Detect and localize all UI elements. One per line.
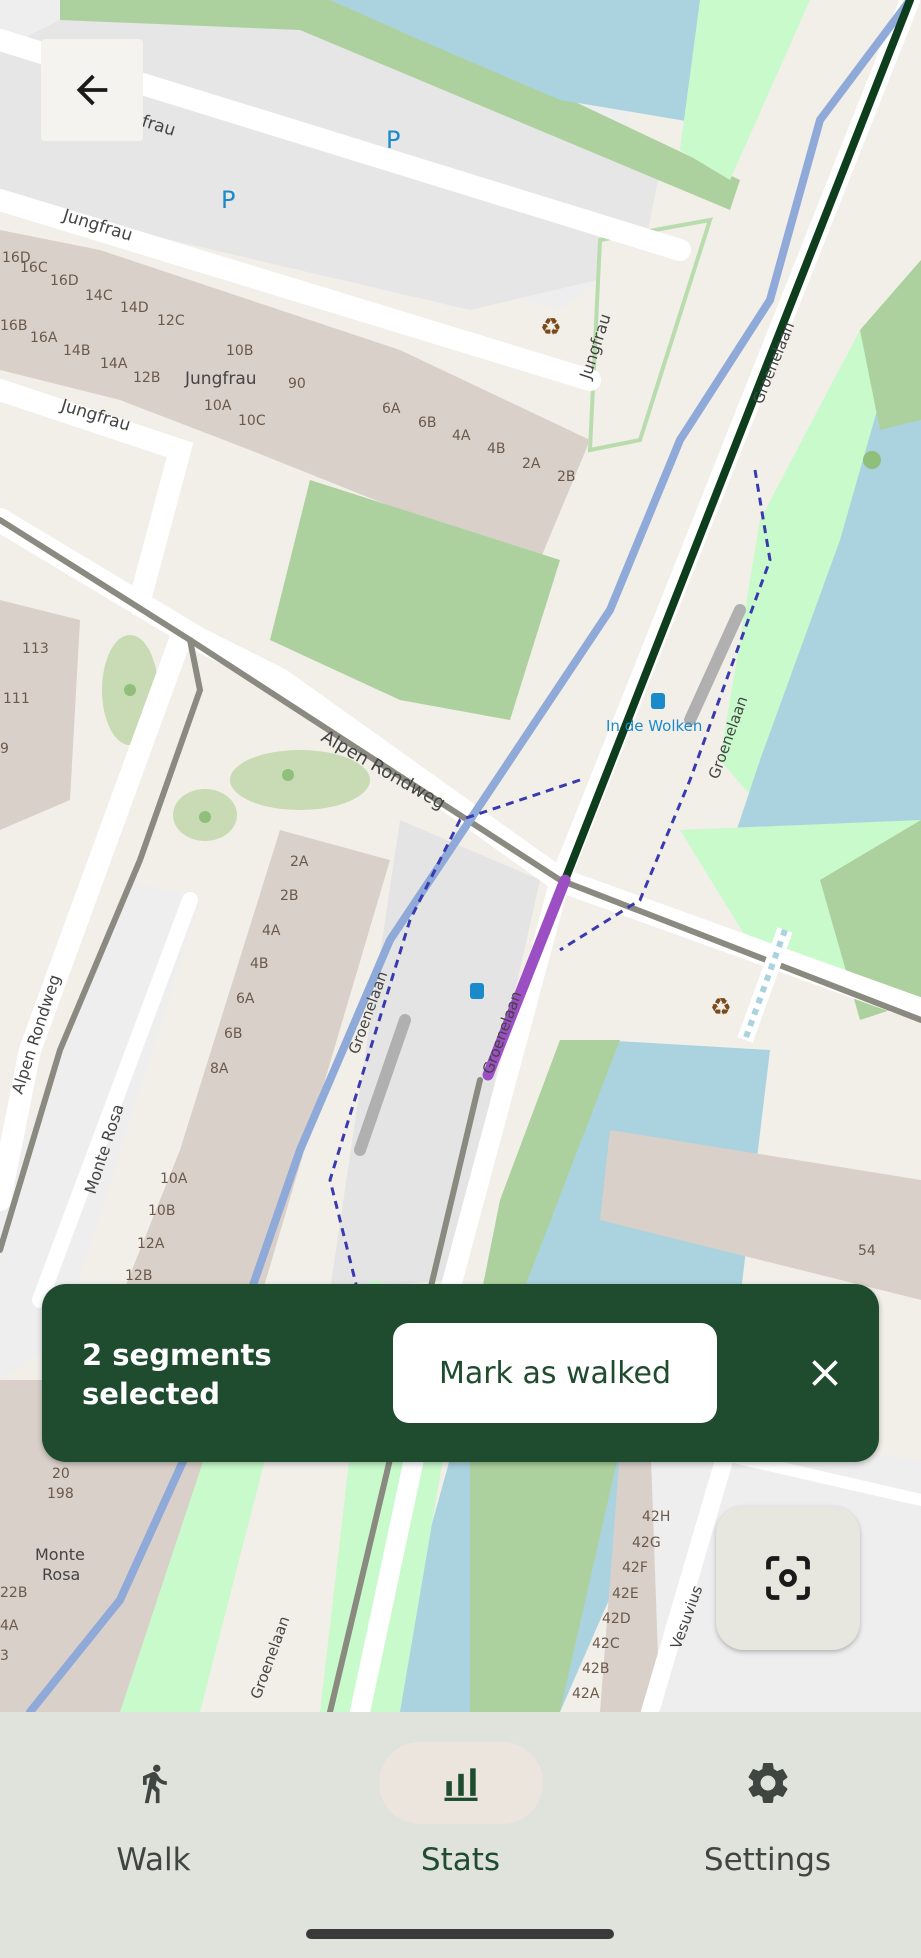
svg-text:10A: 10A xyxy=(204,398,232,414)
svg-text:12A: 12A xyxy=(137,1236,165,1252)
svg-text:42A: 42A xyxy=(572,1686,600,1702)
svg-text:10A: 10A xyxy=(160,1171,188,1187)
svg-text:54: 54 xyxy=(858,1243,876,1259)
svg-text:6A: 6A xyxy=(382,401,401,417)
svg-text:198: 198 xyxy=(47,1486,74,1502)
svg-text:111: 111 xyxy=(3,691,30,707)
svg-text:14D: 14D xyxy=(120,300,149,316)
svg-text:4A: 4A xyxy=(452,428,471,444)
svg-text:10B: 10B xyxy=(148,1203,175,1219)
svg-text:42B: 42B xyxy=(582,1661,609,1677)
svg-text:4B: 4B xyxy=(487,441,506,457)
nav-label-settings: Settings xyxy=(703,1842,832,1878)
bus-stop-icon xyxy=(470,983,484,999)
mark-as-walked-button[interactable]: Mark as walked xyxy=(393,1323,717,1423)
arrow-left-icon xyxy=(76,74,108,106)
svg-text:20: 20 xyxy=(52,1466,70,1482)
recenter-button[interactable] xyxy=(716,1506,860,1650)
svg-text:42H: 42H xyxy=(642,1509,670,1525)
dismiss-button[interactable] xyxy=(782,1330,868,1416)
recycling-marker: ♻ xyxy=(710,993,732,1021)
selection-snackbar: 2 segments selected Mark as walked xyxy=(42,1284,879,1462)
svg-text:14B: 14B xyxy=(63,343,90,359)
svg-text:42G: 42G xyxy=(632,1535,661,1551)
svg-text:2A: 2A xyxy=(522,456,541,472)
svg-text:22B: 22B xyxy=(0,1585,27,1601)
back-button[interactable] xyxy=(41,39,143,141)
svg-text:12B: 12B xyxy=(133,370,160,386)
svg-text:14C: 14C xyxy=(85,288,113,304)
focus-location-icon xyxy=(766,1556,810,1600)
recycling-marker: ♻ xyxy=(540,313,562,341)
svg-text:8A: 8A xyxy=(210,1061,229,1077)
svg-text:4B: 4B xyxy=(250,956,269,972)
svg-text:9: 9 xyxy=(0,741,9,757)
nav-pill xyxy=(686,1742,850,1824)
svg-text:42D: 42D xyxy=(602,1611,631,1627)
svg-text:10C: 10C xyxy=(238,413,266,429)
selection-message: 2 segments selected xyxy=(82,1338,272,1411)
svg-text:12B: 12B xyxy=(125,1268,152,1284)
svg-text:6A: 6A xyxy=(236,991,255,1007)
svg-text:16C: 16C xyxy=(20,260,48,276)
svg-text:4A: 4A xyxy=(0,1618,19,1634)
nav-item-settings[interactable]: Settings xyxy=(614,1712,921,1902)
svg-text:6B: 6B xyxy=(224,1026,243,1042)
nav-label-stats: Stats xyxy=(420,1842,501,1878)
bus-stop-icon xyxy=(651,693,665,709)
home-indicator[interactable] xyxy=(306,1929,614,1939)
svg-text:10B: 10B xyxy=(226,343,253,359)
svg-text:4A: 4A xyxy=(262,923,281,939)
svg-text:113: 113 xyxy=(22,641,49,657)
bottom-navigation: Walk Stats Settings xyxy=(0,1712,921,1958)
svg-text:2B: 2B xyxy=(280,888,299,904)
gear-icon xyxy=(748,1763,787,1803)
parking-marker: P xyxy=(386,126,400,154)
svg-text:Rosa: Rosa xyxy=(42,1565,80,1584)
svg-text:6B: 6B xyxy=(418,415,437,431)
nav-item-walk[interactable]: Walk xyxy=(0,1712,307,1902)
nav-item-stats[interactable]: Stats xyxy=(307,1712,614,1902)
svg-text:90: 90 xyxy=(288,376,306,392)
svg-text:42E: 42E xyxy=(612,1586,639,1602)
svg-text:In de Wolken: In de Wolken xyxy=(606,717,702,735)
walk-icon xyxy=(142,1764,167,1804)
svg-text:42F: 42F xyxy=(622,1560,648,1576)
svg-text:42C: 42C xyxy=(592,1636,620,1652)
svg-text:12C: 12C xyxy=(157,313,185,329)
svg-text:16B: 16B xyxy=(0,318,27,334)
svg-text:16A: 16A xyxy=(30,330,58,346)
close-icon xyxy=(812,1360,838,1386)
svg-text:2B: 2B xyxy=(557,469,576,485)
svg-text:Monte: Monte xyxy=(35,1545,85,1564)
svg-text:14A: 14A xyxy=(100,356,128,372)
svg-text:3: 3 xyxy=(0,1648,9,1664)
svg-text:Jungfrau: Jungfrau xyxy=(184,369,257,389)
nav-label-walk: Walk xyxy=(116,1842,191,1878)
svg-text:16D: 16D xyxy=(50,273,79,289)
parking-marker: P xyxy=(221,186,235,214)
svg-text:2A: 2A xyxy=(290,854,309,870)
nav-pill xyxy=(72,1742,236,1824)
nav-pill-active xyxy=(378,1742,543,1824)
bar-chart-icon xyxy=(444,1768,477,1801)
